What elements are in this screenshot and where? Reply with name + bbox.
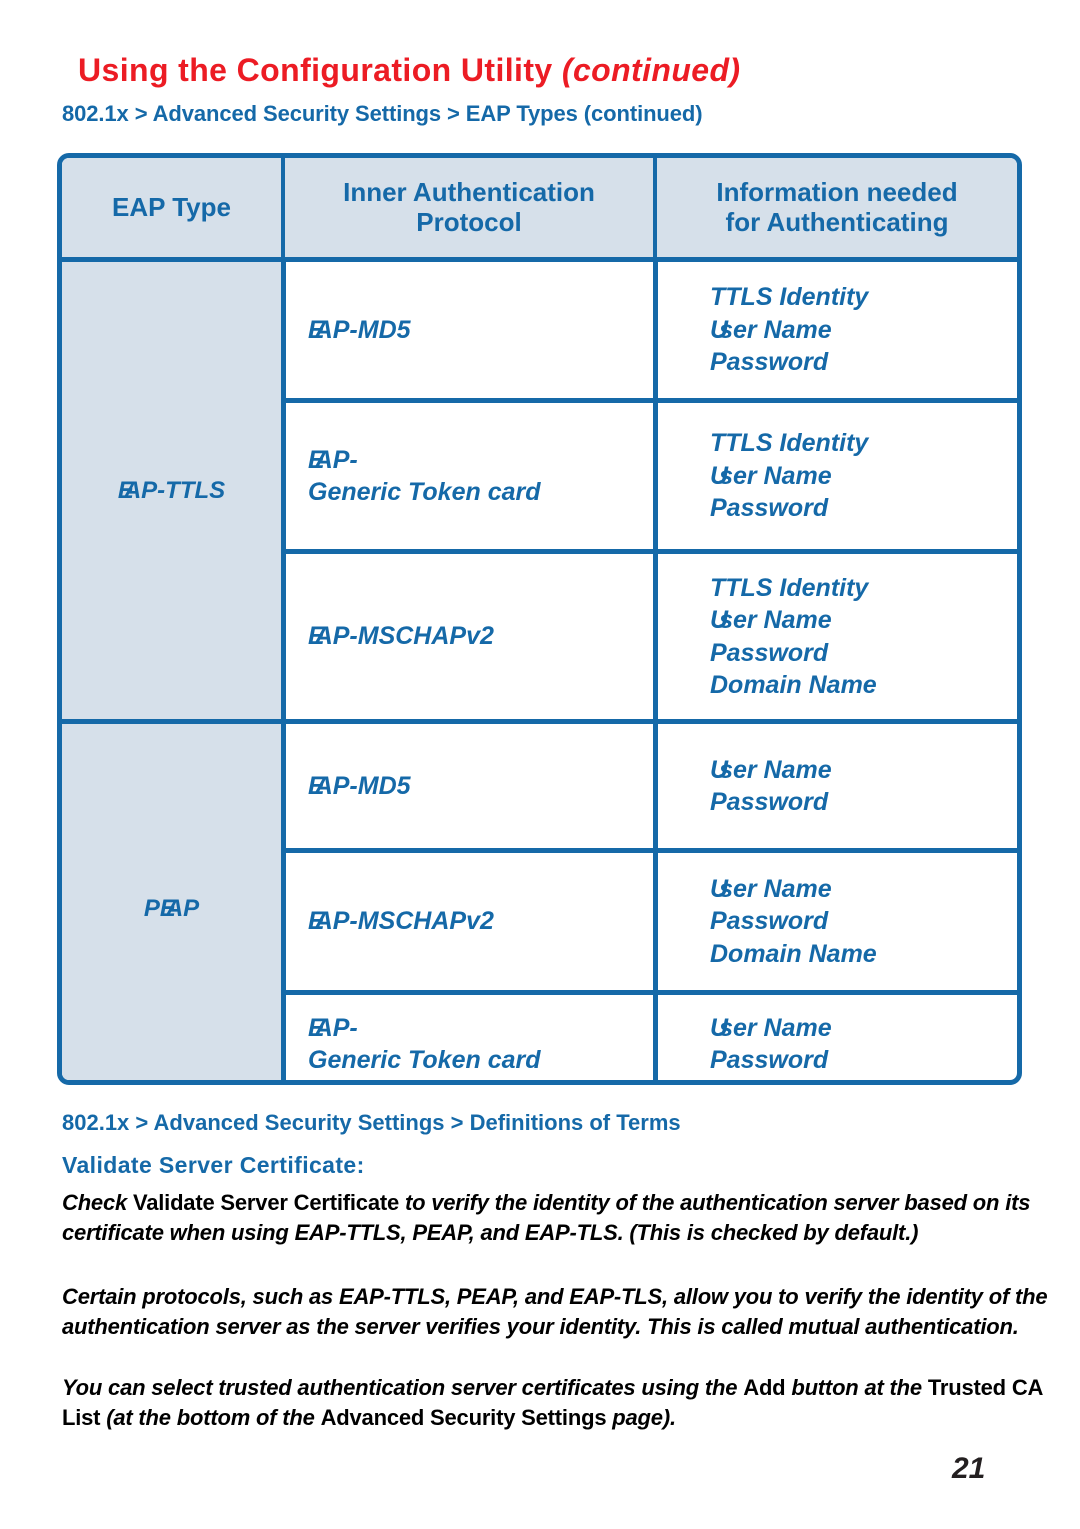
para3-part4: page). — [612, 1404, 676, 1430]
protocol-text: Generic Token card — [308, 1046, 541, 1074]
para1-lead: Check — [62, 1190, 133, 1215]
table-row: EAP-MSCHAPv2 TTLS Identity User Name Pas… — [281, 549, 1017, 719]
info-line: Password — [710, 348, 829, 377]
info-line: ser Name — [719, 874, 832, 903]
protocol-text: AP- — [314, 1013, 358, 1042]
para1-term: Validate Server Certificate — [132, 1190, 400, 1215]
info-line: TTLS Identity — [710, 283, 869, 312]
eap-types-table: EAP Type Inner Authentication Protocol In… — [57, 153, 1022, 1085]
table-row: EAP- Generic Token card User Name Passwo… — [281, 990, 1017, 1080]
table-header-info-needed: Information needed for Authenticating — [653, 158, 1017, 257]
para3-part2: button at the — [785, 1375, 928, 1400]
table-row: EAP-MSCHAPv2 User Name Password Domain N… — [281, 848, 1017, 990]
info-line: TTLS Identity — [710, 573, 869, 602]
table-row: EAP-MD5 TTLS Identity User Name Password — [281, 262, 1017, 398]
header-inner-line2: Protocol — [416, 206, 522, 237]
protocol-text: AP- — [314, 445, 358, 474]
paragraph-validate-server-certificate: Check Validate Server Certificate to ver… — [62, 1188, 1080, 1248]
para3-part3: (at the bottom of the — [106, 1404, 321, 1430]
header-info-line1: Information needed — [716, 177, 958, 208]
paragraph-trusted-ca-list: You can select trusted authentication se… — [62, 1373, 1080, 1433]
info-line: Password — [710, 494, 829, 523]
info-cell: TTLS Identity User Name Password — [653, 262, 1017, 398]
protocol-cell: EAP-MSCHAPv2 — [281, 853, 653, 990]
page-title: Using the Configuration Utility (continu… — [78, 52, 1038, 89]
protocol-cell: EAP- Generic Token card — [281, 403, 653, 549]
table-group-peap: P E AP EAP-MD5 User Name Password EAP-MSCH… — [62, 719, 1017, 1080]
protocol-text: AP-MSCHAPv2 — [314, 907, 494, 936]
definitions-breadcrumb: 802.1x > Advanced Security Settings > De… — [62, 1110, 681, 1135]
protocol-cell: EAP-MSCHAPv2 — [281, 554, 653, 719]
protocol-text: AP-MD5 — [314, 315, 411, 344]
paragraph-mutual-authentication: Certain protocols, such as EAP-TTLS, PEA… — [62, 1284, 1048, 1339]
page-title-continued: (continued) — [561, 52, 741, 88]
info-cell: TTLS Identity User Name Password Domain … — [653, 554, 1017, 719]
protocol-text: AP-MSCHAPv2 — [314, 622, 494, 651]
info-line: ser Name — [719, 461, 832, 490]
info-line: Domain Name — [710, 671, 877, 699]
info-cell: User Name Password — [653, 724, 1017, 848]
info-line: Domain Name — [710, 939, 877, 968]
protocol-text: AP-MD5 — [314, 771, 411, 800]
table-header-row: EAP Type Inner Authentication Protocol In… — [62, 158, 1017, 257]
info-line: Password — [710, 1046, 829, 1074]
table-row: EAP- Generic Token card TTLS Identity Us… — [281, 398, 1017, 549]
info-line: Password — [710, 788, 829, 816]
header-inner-line1: Inner Authentication — [343, 177, 595, 208]
protocol-cell: EAP- Generic Token card — [281, 995, 653, 1080]
info-line: ser Name — [719, 315, 832, 344]
protocol-cell: EAP-MD5 — [281, 724, 653, 848]
para3-add-label: Add — [743, 1375, 786, 1400]
table-header-inner-protocol: Inner Authentication Protocol — [281, 158, 653, 257]
table-header-eap-type: EAP Type — [62, 158, 281, 257]
page-title-main: Using the Configuration Utility — [78, 52, 562, 88]
table-row: EAP-MD5 User Name Password — [281, 724, 1017, 848]
header-info-line2: for Authenticating — [725, 206, 949, 237]
eap-type-label: E AP-TTLS — [62, 262, 281, 719]
info-line: ser Name — [719, 755, 832, 784]
info-cell: TTLS Identity User Name Password — [653, 403, 1017, 549]
info-line: ser Name — [719, 606, 832, 634]
protocol-text: Generic Token card — [308, 478, 541, 506]
manual-page: Using the Configuration Utility (continu… — [0, 0, 1080, 1529]
info-cell: User Name Password Domain Name — [653, 853, 1017, 990]
table-group-eap-ttls: E AP-TTLS EAP-MD5 TTLS Identity User Name… — [62, 262, 1017, 719]
term-heading: Validate Server Certificate: — [62, 1152, 365, 1178]
info-line: Password — [710, 907, 829, 936]
info-cell: User Name Password — [653, 995, 1017, 1080]
page-number: 21 — [952, 1452, 986, 1485]
protocol-cell: EAP-MD5 — [281, 262, 653, 398]
para3-part1: You can select trusted authentication se… — [62, 1375, 744, 1400]
breadcrumb: 802.1x > Advanced Security Settings > EA… — [62, 101, 703, 126]
para3-advanced-settings: Advanced Security Settings — [320, 1404, 613, 1430]
info-line: ser Name — [719, 1013, 832, 1042]
info-line: Password — [710, 638, 829, 667]
eap-type-label: P E AP — [62, 724, 281, 1080]
info-line: TTLS Identity — [710, 429, 869, 458]
